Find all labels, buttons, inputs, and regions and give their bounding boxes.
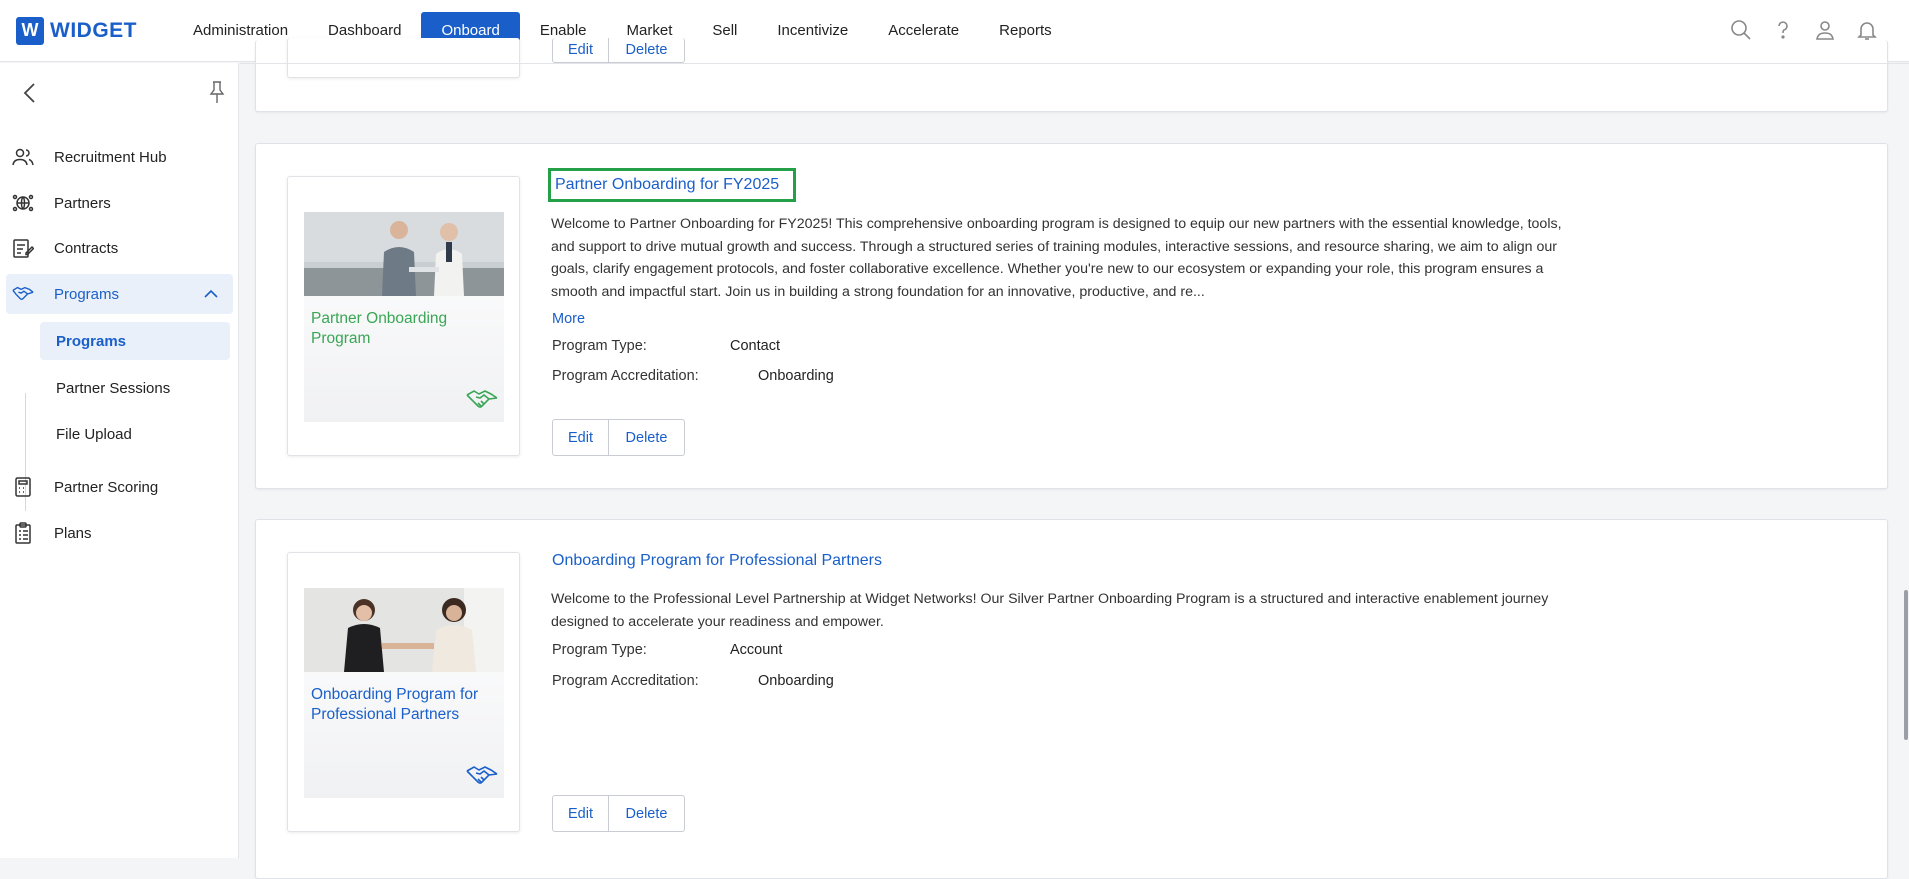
program-photo-handshake [304,588,504,672]
handshake-icon [466,762,498,788]
pin-icon[interactable] [206,79,228,105]
clipboard-icon [12,522,34,544]
user-icon[interactable] [1813,18,1837,42]
program-accreditation-label: Program Accreditation: [552,368,699,384]
sidebar-item-partners[interactable]: Partners [0,183,239,223]
sidebar-item-label: Contracts [54,239,119,257]
action-button-group: Edit Delete [552,419,685,456]
sidebar-item-contracts[interactable]: Contracts [0,228,239,268]
sidebar-item-label: Recruitment Hub [54,148,167,166]
bell-icon[interactable] [1855,18,1879,42]
delete-button[interactable]: Delete [609,795,685,832]
back-arrow-icon[interactable] [20,81,40,105]
sidebar-item-label: Partner Scoring [54,478,159,496]
program-thumbnail[interactable]: Partner Onboarding Program [287,176,520,456]
page-scrollbar[interactable] [1904,590,1908,740]
program-card: Partner Onboarding Program Partner Onboa… [255,143,1888,489]
edit-button[interactable]: Edit [552,419,609,456]
sidebar: Recruitment Hub Partners Contracts Progr… [0,63,239,858]
program-type-label: Program Type: [552,642,647,658]
sidebar-item-partner-scoring[interactable]: Partner Scoring [0,467,239,507]
program-accreditation-label: Program Accreditation: [552,673,699,689]
edit-button[interactable]: Edit [552,795,609,832]
help-icon[interactable] [1771,18,1795,42]
sidebar-item-label: Programs [54,285,120,303]
calculator-icon [12,476,34,498]
sidebar-item-plans[interactable]: Plans [0,513,239,553]
program-thumbnail [287,38,520,78]
globe-icon [12,192,34,214]
people-icon [12,146,34,168]
logo-mark: W [16,16,44,45]
thumbnail-title: Partner Onboarding Program [311,310,448,347]
program-accreditation-value: Onboarding [758,673,834,689]
sidebar-subitem-file-upload[interactable]: File Upload [40,415,230,453]
program-photo-two-people [304,212,504,296]
action-button-group: Edit Delete [552,38,685,63]
sidebar-subitem-partner-sessions[interactable]: Partner Sessions [40,369,230,407]
program-type-label: Program Type: [552,338,647,354]
thumbnail-title: Onboarding Program for Professional Part… [311,686,479,723]
program-title-link[interactable]: Partner Onboarding for FY2025 [548,168,797,202]
program-card: Onboarding Program for Professional Part… [255,519,1888,879]
program-title-link[interactable]: Onboarding Program for Professional Part… [552,552,882,570]
chevron-up-icon[interactable] [203,286,219,302]
handshake-icon [12,283,34,305]
sidebar-item-recruitment-hub[interactable]: Recruitment Hub [0,137,239,177]
sidebar-item-label: Partners [54,194,111,212]
sidebar-item-label: Plans [54,524,92,542]
sidebar-item-programs[interactable]: Programs [6,274,233,314]
program-type-value: Contact [730,338,780,354]
sidebar-subitem-programs[interactable]: Programs [40,322,230,360]
action-button-group: Edit Delete [552,795,685,832]
more-link[interactable]: More [552,311,585,327]
delete-button[interactable]: Delete [609,38,685,63]
program-description: Welcome to Partner Onboarding for FY2025… [551,216,1562,300]
program-card-previous: Edit Delete [255,38,1888,112]
contract-icon [12,237,34,259]
delete-button[interactable]: Delete [609,419,685,456]
program-accreditation-value: Onboarding [758,368,834,384]
logo-text: WIDGET [50,18,137,42]
program-thumbnail[interactable]: Onboarding Program for Professional Part… [287,552,520,832]
edit-button[interactable]: Edit [552,38,609,63]
search-icon[interactable] [1729,18,1753,42]
program-type-value: Account [730,642,783,658]
program-description: Welcome to the Professional Level Partne… [551,591,1549,630]
logo[interactable]: W WIDGET [16,16,137,45]
handshake-icon [466,386,498,412]
